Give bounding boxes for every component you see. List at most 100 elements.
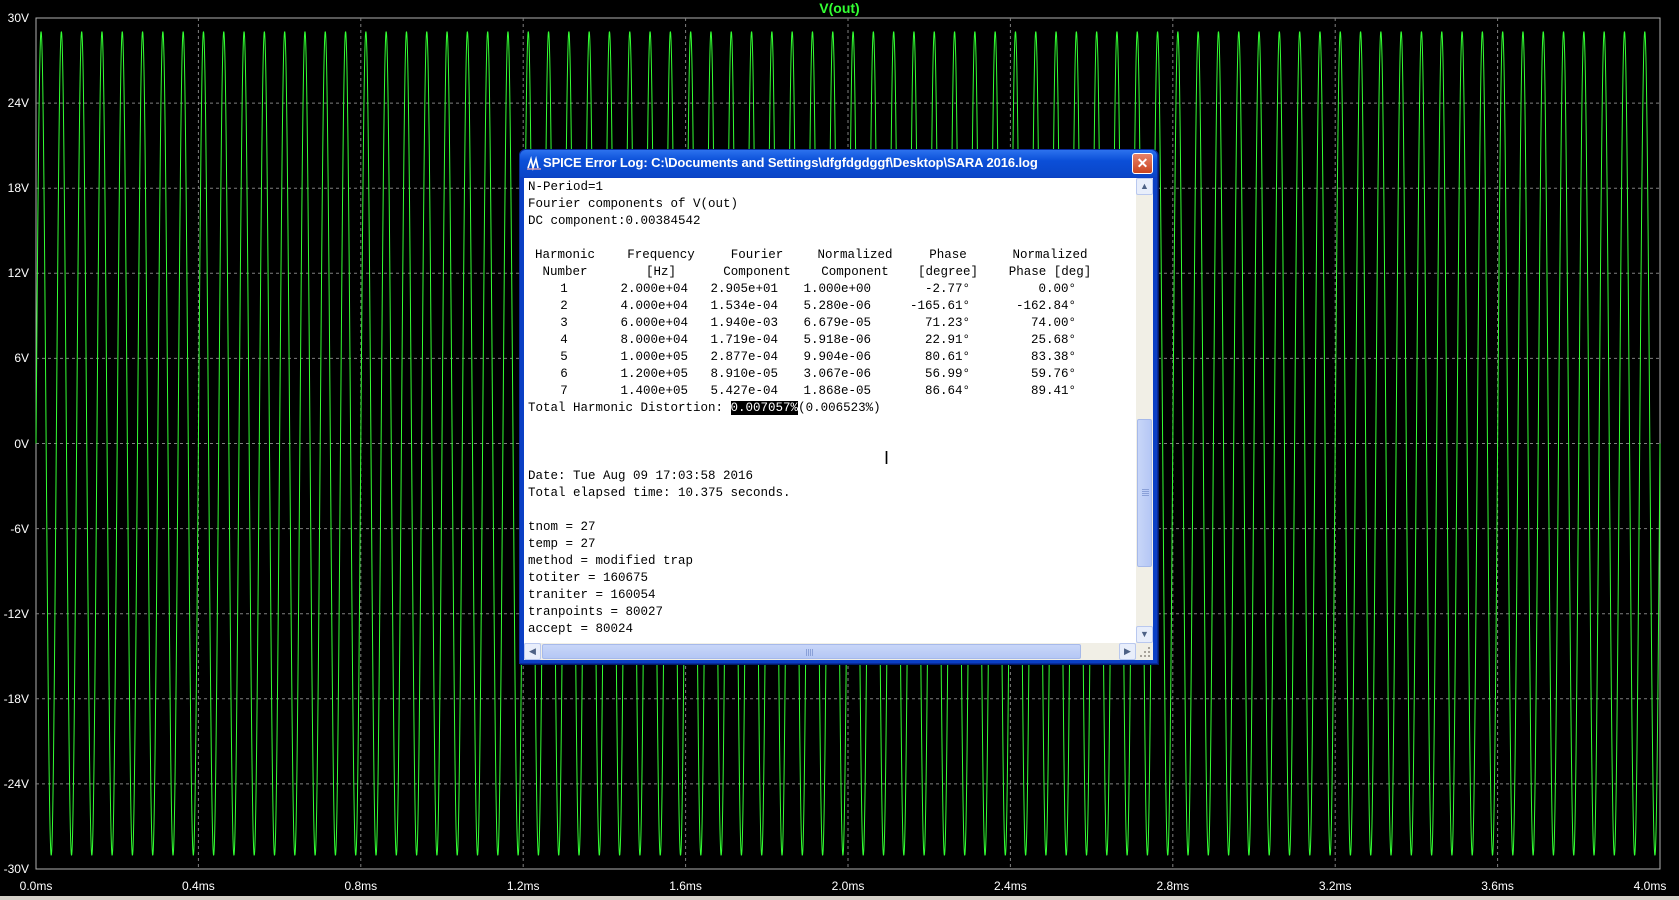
table-cell: 6.000e+04 bbox=[620, 316, 688, 330]
table-cell: Component bbox=[821, 265, 889, 279]
table-cell: 4 bbox=[560, 333, 568, 347]
scroll-right-button[interactable]: ▶ bbox=[1119, 643, 1136, 660]
table-cell: 59.76° bbox=[1030, 367, 1076, 381]
table-cell: 1.719e-04 bbox=[710, 333, 778, 347]
y-tick-label: -30V bbox=[3, 862, 29, 876]
resize-grip[interactable] bbox=[1136, 643, 1153, 660]
table-cell: Fourier bbox=[730, 248, 784, 262]
table-cell: 2 bbox=[560, 299, 568, 313]
y-tick-label: 6V bbox=[14, 351, 29, 366]
chevron-down-icon: ▼ bbox=[1140, 629, 1149, 639]
x-tick-label: 3.2ms bbox=[1318, 879, 1352, 893]
table-cell: 2.000e+04 bbox=[620, 282, 688, 296]
table-cell: 1.200e+05 bbox=[620, 367, 688, 381]
x-tick-label: 4.0ms bbox=[1633, 879, 1667, 893]
window-title: SPICE Error Log: C:\Documents and Settin… bbox=[543, 155, 1038, 170]
scroll-left-button[interactable]: ◀ bbox=[524, 643, 541, 660]
log-line: tranpoints = 80027 bbox=[528, 605, 664, 619]
log-line: temp = 27 bbox=[528, 537, 596, 551]
table-cell: 83.38° bbox=[1030, 350, 1076, 364]
table-cell: 3 bbox=[560, 316, 568, 330]
y-tick-label: 24V bbox=[7, 96, 29, 111]
log-line: accept = 80024 bbox=[528, 622, 634, 636]
table-cell: 3.067e-06 bbox=[803, 367, 871, 381]
table-cell: 5.918e-06 bbox=[803, 333, 871, 347]
table-cell: 9.904e-06 bbox=[803, 350, 871, 364]
grip-line bbox=[1142, 489, 1149, 490]
table-cell: [Hz] bbox=[645, 265, 676, 279]
scroll-up-button[interactable]: ▲ bbox=[1136, 178, 1153, 195]
grip-dot bbox=[1148, 651, 1150, 653]
log-text-area[interactable]: N-Period=1 Fourier components of V(out) DC… bbox=[524, 178, 1136, 643]
spice-error-log-window[interactable]: SPICE Error Log: C:\Documents and Settin… bbox=[519, 149, 1158, 664]
horizontal-scroll-thumb[interactable] bbox=[542, 644, 1081, 659]
y-tick-label: 18V bbox=[7, 181, 29, 196]
table-cell: 0.00° bbox=[1038, 282, 1076, 296]
grip-dot bbox=[1144, 651, 1146, 653]
chevron-left-icon: ◀ bbox=[529, 646, 536, 656]
x-tick-label: 3.6ms bbox=[1481, 879, 1514, 893]
table-cell: 5.427e-04 bbox=[710, 384, 778, 398]
status-strip bbox=[0, 896, 1679, 900]
table-cell: -2.77° bbox=[924, 282, 970, 296]
x-tick-label: 1.2ms bbox=[506, 879, 540, 893]
table-cell: 56.99° bbox=[924, 367, 970, 381]
grip-dot bbox=[1144, 655, 1146, 657]
log-line: Date: Tue Aug 09 17:03:58 2016 bbox=[528, 469, 754, 483]
table-cell: 1.400e+05 bbox=[620, 384, 688, 398]
table-cell: 4.000e+04 bbox=[620, 299, 688, 313]
y-tick-label: 30V bbox=[7, 11, 29, 25]
table-cell: Number bbox=[542, 265, 588, 279]
table-cell: Component bbox=[723, 265, 791, 279]
y-tick-label: -6V bbox=[10, 521, 29, 536]
table-cell: 1.000e+05 bbox=[620, 350, 688, 364]
table-cell: 1.868e-05 bbox=[803, 384, 871, 398]
log-line: tnom = 27 bbox=[528, 520, 596, 534]
table-cell: Harmonic bbox=[534, 248, 595, 262]
table-cell: 1.000e+00 bbox=[803, 282, 871, 296]
x-tick-label: 0.8ms bbox=[344, 879, 378, 893]
table-cell: 22.91° bbox=[924, 333, 970, 347]
scroll-down-button[interactable]: ▼ bbox=[1136, 626, 1153, 643]
thd-label: Total Harmonic Distortion: bbox=[528, 401, 731, 415]
grip-dot bbox=[1140, 655, 1142, 657]
grip-dot bbox=[1148, 647, 1150, 649]
table-cell: Frequency bbox=[627, 248, 695, 262]
table-cell: 74.00° bbox=[1030, 316, 1076, 330]
x-tick-label: 0.4ms bbox=[182, 879, 215, 893]
table-cell: 8.000e+04 bbox=[620, 333, 688, 347]
x-tick-label: 2.0ms bbox=[831, 879, 865, 893]
x-tick-label: 2.4ms bbox=[994, 879, 1027, 893]
table-cell: 80.61° bbox=[924, 350, 970, 364]
vertical-scrollbar[interactable]: ▲ ▼ bbox=[1136, 178, 1153, 643]
log-line: N-Period=1 bbox=[528, 180, 604, 194]
log-client-area[interactable]: N-Period=1 Fourier components of V(out) DC… bbox=[524, 178, 1153, 660]
table-cell: 5 bbox=[560, 350, 568, 364]
log-line: method = modified trap bbox=[528, 554, 694, 568]
log-line: traniter = 160054 bbox=[528, 588, 656, 602]
y-tick-label: 12V bbox=[7, 266, 29, 281]
thd-selected-value[interactable]: 0.007057% bbox=[730, 401, 799, 415]
window-titlebar[interactable]: SPICE Error Log: C:\Documents and Settin… bbox=[520, 150, 1157, 177]
table-cell: 5.280e-06 bbox=[803, 299, 871, 313]
table-cell: 25.68° bbox=[1030, 333, 1076, 347]
x-tick-label: 2.8ms bbox=[1156, 879, 1190, 893]
grip-line bbox=[810, 649, 811, 656]
close-button[interactable]: ✕ bbox=[1132, 153, 1153, 174]
log-line: Fourier components of V(out) bbox=[528, 197, 739, 211]
text-cursor-icon: I bbox=[884, 448, 890, 468]
log-line: Total elapsed time: 10.375 seconds. bbox=[528, 486, 791, 500]
table-cell: Phase bbox=[929, 248, 967, 262]
y-tick-label: -18V bbox=[3, 691, 29, 706]
grip-line bbox=[812, 649, 813, 656]
chevron-up-icon: ▲ bbox=[1140, 181, 1149, 191]
y-tick-label: -24V bbox=[3, 776, 29, 791]
table-cell: 1.534e-04 bbox=[710, 299, 778, 313]
horizontal-scrollbar[interactable]: ◀ ▶ bbox=[524, 643, 1136, 660]
trace-label-vout[interactable]: V(out) bbox=[0, 0, 1679, 16]
grip-line bbox=[806, 649, 807, 656]
grip-line bbox=[1142, 491, 1149, 492]
vertical-scroll-thumb[interactable] bbox=[1137, 419, 1152, 567]
thd-line: Total Harmonic Distortion: 0.007057%(0.0… bbox=[528, 400, 881, 417]
table-cell: Phase [deg] bbox=[1008, 265, 1092, 279]
